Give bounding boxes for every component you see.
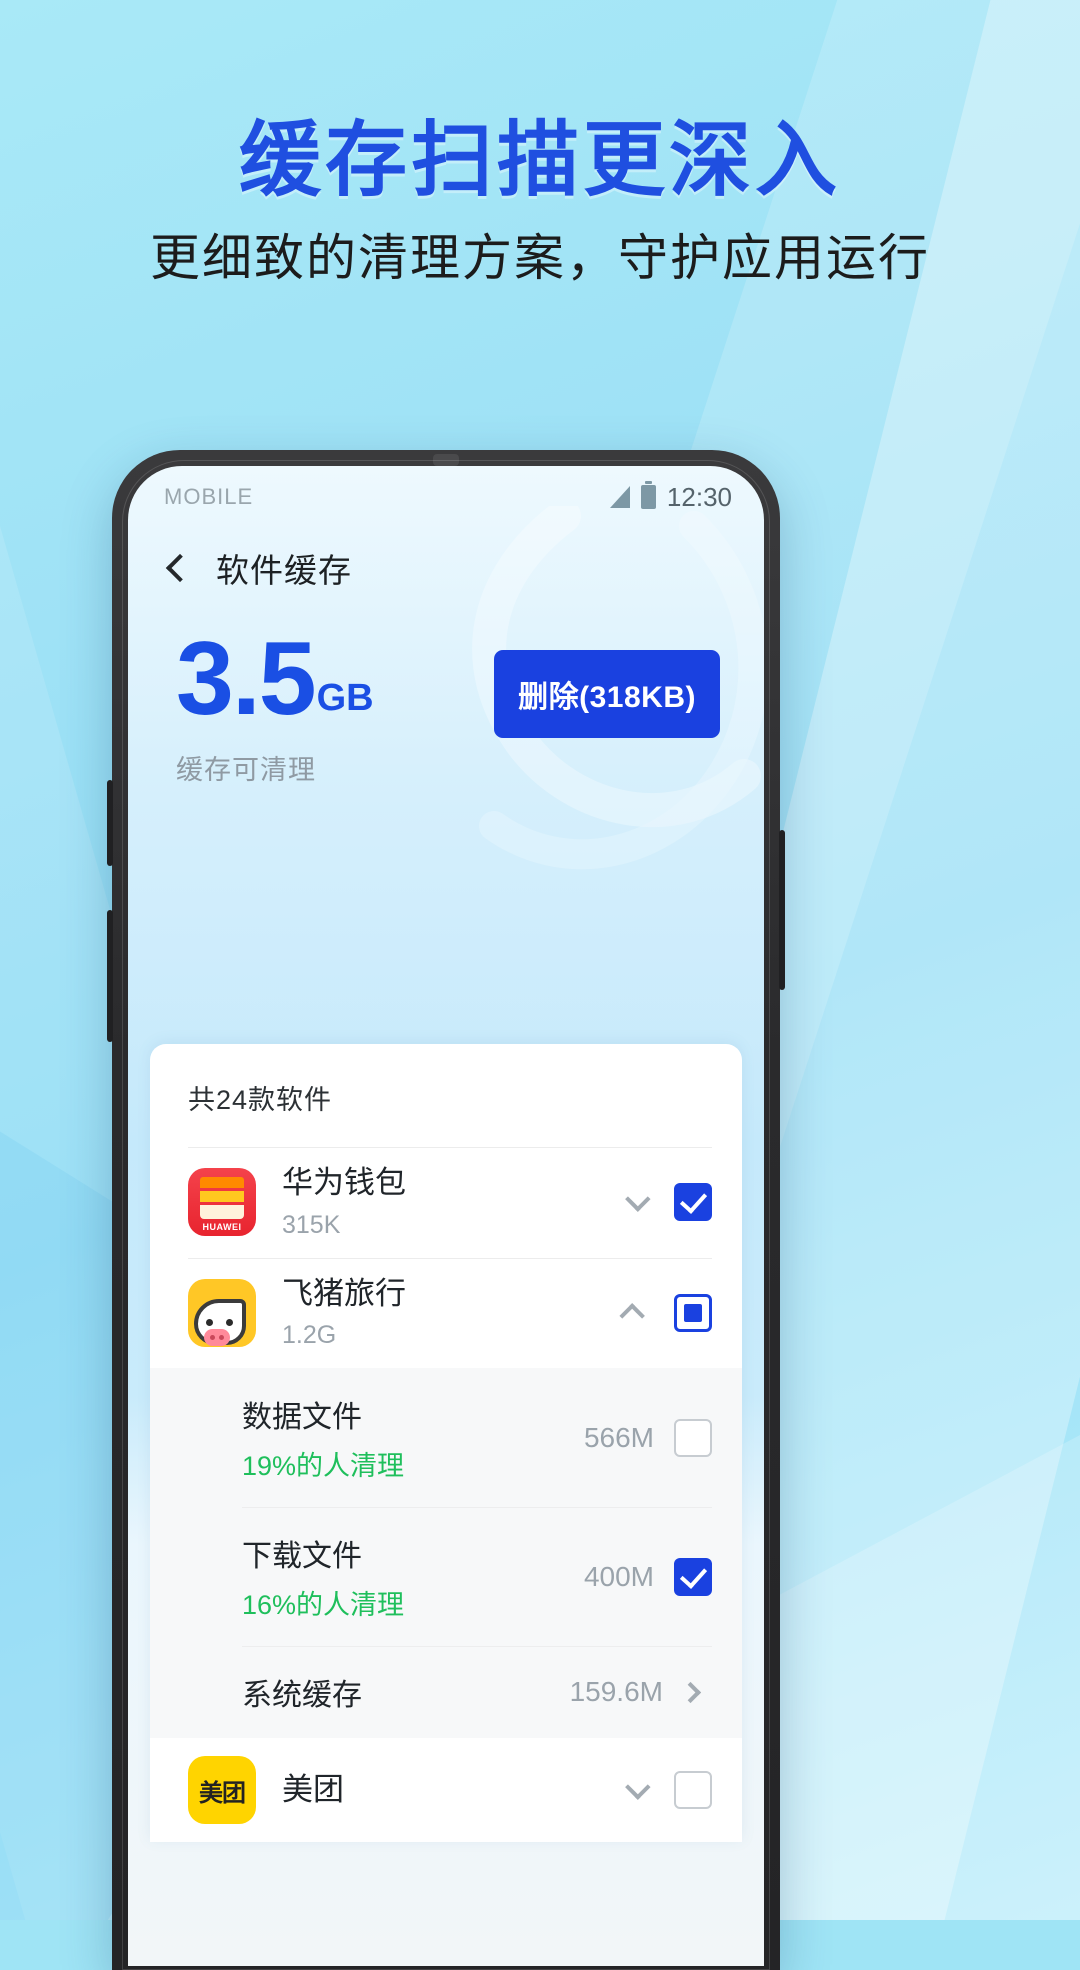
detail-info: 数据文件 19%的人清理 [242, 1392, 584, 1483]
app-name: 美团 [282, 1772, 344, 1808]
detail-note: 19%的人清理 [242, 1451, 405, 1482]
detail-note: 16%的人清理 [242, 1590, 405, 1621]
cache-value: 3.5 [176, 621, 317, 737]
app-count-label: 共24款软件 [188, 1085, 333, 1115]
chevron-down-icon[interactable] [625, 1186, 651, 1213]
detail-title: 系统缓存 [242, 1679, 362, 1713]
cache-summary: 3.5 GB 缓存可清理 删除(318KB) [128, 592, 764, 787]
app-size: 315K [282, 1210, 341, 1239]
row-checkbox[interactable] [674, 1293, 712, 1332]
fliggy-icon [188, 1278, 256, 1347]
detail-title: 数据文件 [242, 1401, 362, 1435]
detail-size: 566M [583, 1421, 654, 1453]
battery-icon [640, 481, 656, 509]
table-row[interactable]: 飞猪旅行 1.2G [150, 1257, 742, 1369]
chevron-left-icon[interactable] [165, 553, 195, 583]
cache-amount-block: 3.5 GB 缓存可清理 [176, 621, 374, 787]
detail-checkbox[interactable] [674, 1418, 712, 1457]
status-bar: MOBILE 12:30 [128, 466, 764, 518]
app-bar: 软件缓存 [128, 518, 764, 592]
app-info: 美团 [256, 1772, 626, 1808]
row-checkbox[interactable] [674, 1183, 712, 1222]
table-row[interactable]: 美团 美团 [150, 1738, 742, 1842]
promo-copy: 缓存扫描更深入 更细致的清理方案，守护应用运行 [0, 0, 1080, 288]
detail-size: 159.6M [569, 1676, 663, 1708]
huawei-wordmark: HUAWEI [202, 1222, 242, 1233]
row-checkbox[interactable] [674, 1771, 712, 1810]
detail-checkbox[interactable] [674, 1557, 712, 1596]
cache-amount: 3.5 GB [176, 621, 374, 737]
app-info: 飞猪旅行 1.2G [256, 1276, 626, 1351]
list-item[interactable]: 数据文件 19%的人清理 566M [150, 1368, 742, 1507]
detail-size: 400M [583, 1560, 654, 1592]
app-size: 1.2G [282, 1321, 337, 1350]
cache-caption: 缓存可清理 [176, 754, 316, 785]
phone-notch [433, 454, 459, 466]
chevron-down-icon[interactable] [625, 1774, 651, 1801]
phone-screen: MOBILE 12:30 软件缓存 3.5 GB 缓存可清理 删除(318KB) [128, 466, 764, 1966]
cache-unit: GB [316, 677, 374, 720]
status-bar-indicators: 12:30 [609, 481, 732, 513]
app-info: 华为钱包 315K [256, 1165, 626, 1240]
app-name: 华为钱包 [282, 1165, 406, 1200]
phone-mockup: MOBILE 12:30 软件缓存 3.5 GB 缓存可清理 删除(318KB) [107, 450, 785, 1970]
clock-label: 12:30 [666, 481, 732, 512]
page-title: 软件缓存 [216, 552, 352, 589]
table-row[interactable]: HUAWEI 华为钱包 315K [150, 1147, 742, 1258]
delete-button[interactable]: 删除(318KB) [494, 650, 720, 738]
app-list-card: 共24款软件 HUAWEI 华为钱包 315K 飞猪旅行 1.2G 数据文件 1… [150, 1044, 742, 1843]
detail-title: 下载文件 [242, 1540, 362, 1574]
meituan-wordmark: 美团 [199, 1779, 246, 1807]
cache-detail-group: 数据文件 19%的人清理 566M 下载文件 16%的人清理 400M 系统缓存… [150, 1368, 742, 1739]
phone-volume-down-button [107, 910, 113, 1042]
chevron-right-icon[interactable] [679, 1681, 702, 1703]
carrier-label: MOBILE [164, 484, 254, 509]
list-item[interactable]: 下载文件 16%的人清理 400M [150, 1507, 742, 1646]
promo-headline: 缓存扫描更深入 [238, 115, 841, 206]
app-name: 飞猪旅行 [282, 1275, 406, 1311]
list-item[interactable]: 系统缓存 159.6M [150, 1646, 742, 1738]
promo-subheadline: 更细致的清理方案，守护应用运行 [150, 230, 930, 286]
signal-triangle-icon [609, 486, 630, 508]
detail-info: 系统缓存 [242, 1670, 570, 1714]
detail-info: 下载文件 16%的人清理 [242, 1531, 584, 1622]
phone-power-button [779, 830, 785, 990]
huawei-wallet-icon: HUAWEI [188, 1168, 256, 1237]
meituan-icon: 美团 [188, 1756, 256, 1825]
phone-volume-up-button [107, 780, 113, 866]
